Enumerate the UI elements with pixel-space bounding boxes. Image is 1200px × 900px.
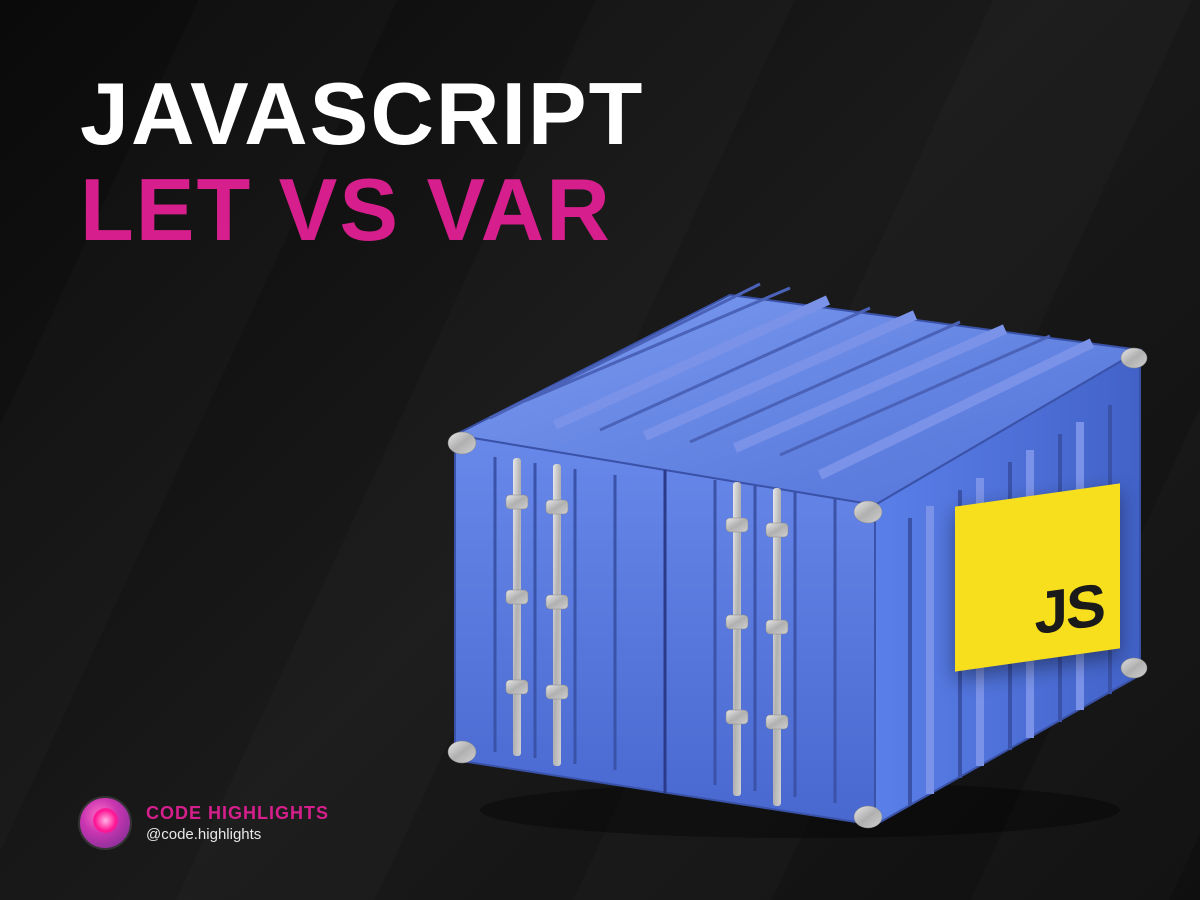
- js-logo-text: JS: [1035, 570, 1104, 649]
- title-line-1: JAVASCRIPT: [80, 70, 644, 158]
- brand-name: CODE HIGHLIGHTS: [146, 803, 329, 824]
- attribution-block: CODE HIGHLIGHTS @code.highlights: [78, 796, 329, 850]
- js-logo-badge: JS: [955, 483, 1120, 671]
- brand-avatar: [78, 796, 132, 850]
- title-line-2: LET VS VAR: [80, 166, 644, 254]
- brand-handle: @code.highlights: [146, 826, 329, 843]
- brand-text: CODE HIGHLIGHTS @code.highlights: [146, 803, 329, 843]
- main-heading: JAVASCRIPT LET VS VAR: [80, 70, 644, 254]
